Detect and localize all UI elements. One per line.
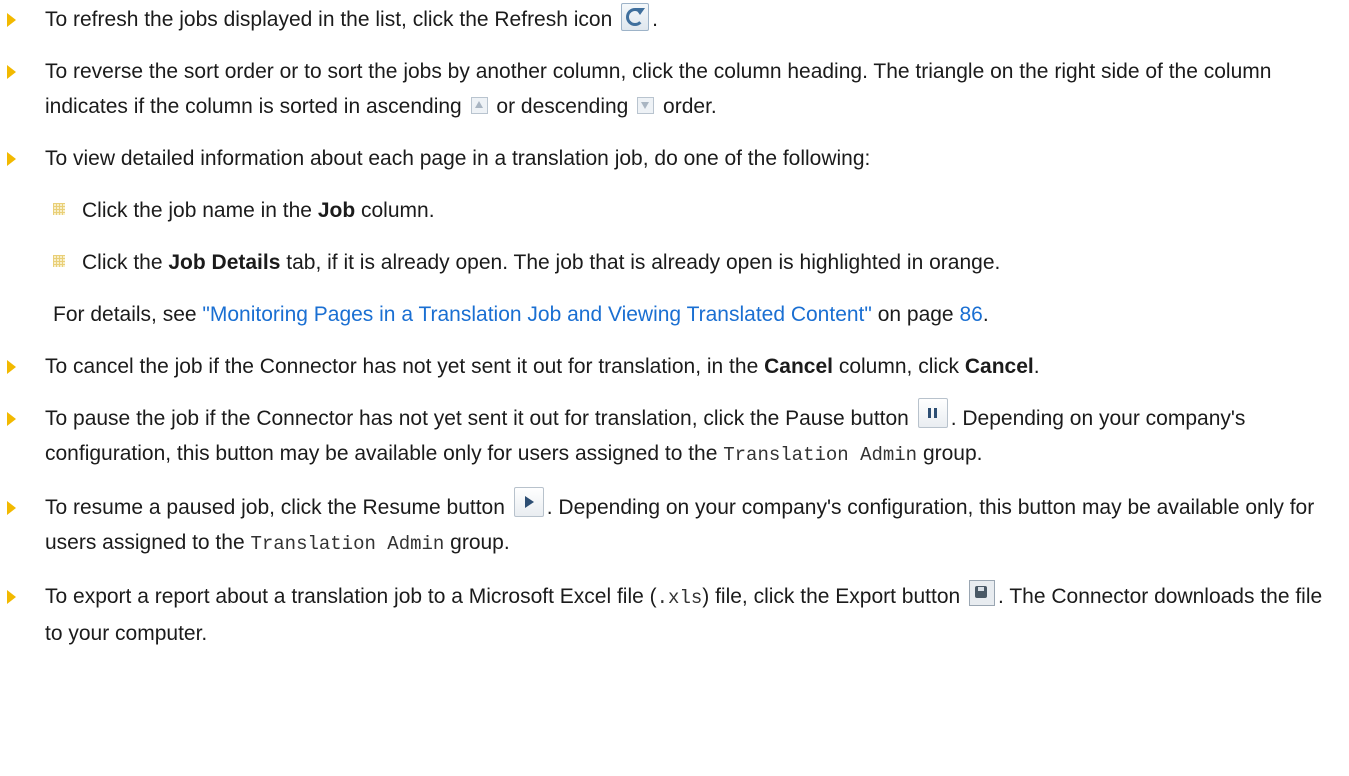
cancel-text-middle: column, click bbox=[838, 355, 960, 378]
refresh-instruction: To refresh the jobs displayed in the lis… bbox=[0, 2, 1349, 37]
view-details-text: To view detailed information about each … bbox=[45, 147, 871, 170]
translation-admin-code: Translation Admin bbox=[250, 533, 445, 555]
document-body: To refresh the jobs displayed in the lis… bbox=[0, 0, 1349, 668]
export-text: To export a report about a translation j… bbox=[45, 585, 657, 608]
cancel-action-bold: Cancel bbox=[964, 355, 1034, 378]
resume-text-end: group. bbox=[450, 531, 510, 554]
view-details-instruction: To view detailed information about each … bbox=[0, 141, 1349, 176]
cancel-text: To cancel the job if the Connector has n… bbox=[45, 355, 759, 378]
sort-text-middle: or descending bbox=[496, 95, 629, 118]
details-note: For details, see "Monitoring Pages in a … bbox=[0, 297, 1349, 332]
pause-text: To pause the job if the Connector has no… bbox=[45, 407, 909, 430]
bullet-arrow-icon bbox=[7, 501, 16, 515]
resume-instruction: To resume a paused job, click the Resume… bbox=[0, 487, 1349, 562]
note-prefix: For details, see bbox=[53, 303, 197, 326]
export-icon bbox=[969, 580, 996, 607]
subitem-job-details-tab: Click the Job Details tab, if it is alre… bbox=[0, 245, 1349, 280]
pause-instruction: To pause the job if the Connector has no… bbox=[0, 398, 1349, 473]
export-instruction: To export a report about a translation j… bbox=[0, 579, 1349, 651]
page-number-link[interactable]: 86 bbox=[959, 303, 982, 326]
export-text-middle: ) file, click the Export button bbox=[702, 585, 961, 608]
refresh-text-end: . bbox=[652, 8, 658, 31]
resume-text: To resume a paused job, click the Resume… bbox=[45, 496, 505, 519]
bullet-arrow-icon bbox=[7, 360, 16, 374]
pause-text-end: group. bbox=[922, 442, 983, 465]
subitem-prefix: Click the bbox=[82, 251, 163, 274]
subitem-prefix: Click the job name in the bbox=[82, 199, 312, 222]
sort-ascending-icon bbox=[470, 96, 488, 114]
sort-descending-icon bbox=[637, 96, 655, 114]
resume-icon bbox=[513, 487, 544, 518]
sort-text-end: order. bbox=[663, 95, 717, 118]
sub-bullet-icon bbox=[53, 203, 65, 215]
sub-bullet-icon bbox=[53, 255, 65, 267]
bullet-arrow-icon bbox=[7, 152, 16, 166]
subitem-suffix: column. bbox=[361, 199, 435, 222]
pause-icon bbox=[917, 398, 948, 429]
bullet-arrow-icon bbox=[7, 13, 16, 27]
refresh-text: To refresh the jobs displayed in the lis… bbox=[45, 8, 613, 31]
subitem-bold: Job Details bbox=[168, 251, 281, 274]
subitem-suffix: tab, if it is already open. The job that… bbox=[286, 251, 1001, 274]
bullet-arrow-icon bbox=[7, 412, 16, 426]
sort-instruction: To reverse the sort order or to sort the… bbox=[0, 54, 1349, 124]
sort-text: To reverse the sort order or to sort the… bbox=[45, 60, 1272, 118]
refresh-icon bbox=[621, 3, 650, 32]
cross-reference-link[interactable]: "Monitoring Pages in a Translation Job a… bbox=[202, 303, 871, 326]
note-middle: on page bbox=[877, 303, 954, 326]
subitem-job-column: Click the job name in the Job column. bbox=[0, 193, 1349, 228]
subitem-bold: Job bbox=[317, 199, 356, 222]
xls-extension-code: .xls bbox=[656, 587, 703, 609]
cancel-text-end: . bbox=[1033, 355, 1040, 378]
bullet-arrow-icon bbox=[7, 590, 16, 604]
cancel-instruction: To cancel the job if the Connector has n… bbox=[0, 349, 1349, 384]
bullet-arrow-icon bbox=[7, 65, 16, 79]
cancel-column-bold: Cancel bbox=[764, 355, 833, 378]
translation-admin-code: Translation Admin bbox=[723, 444, 918, 466]
note-suffix: . bbox=[982, 303, 989, 326]
